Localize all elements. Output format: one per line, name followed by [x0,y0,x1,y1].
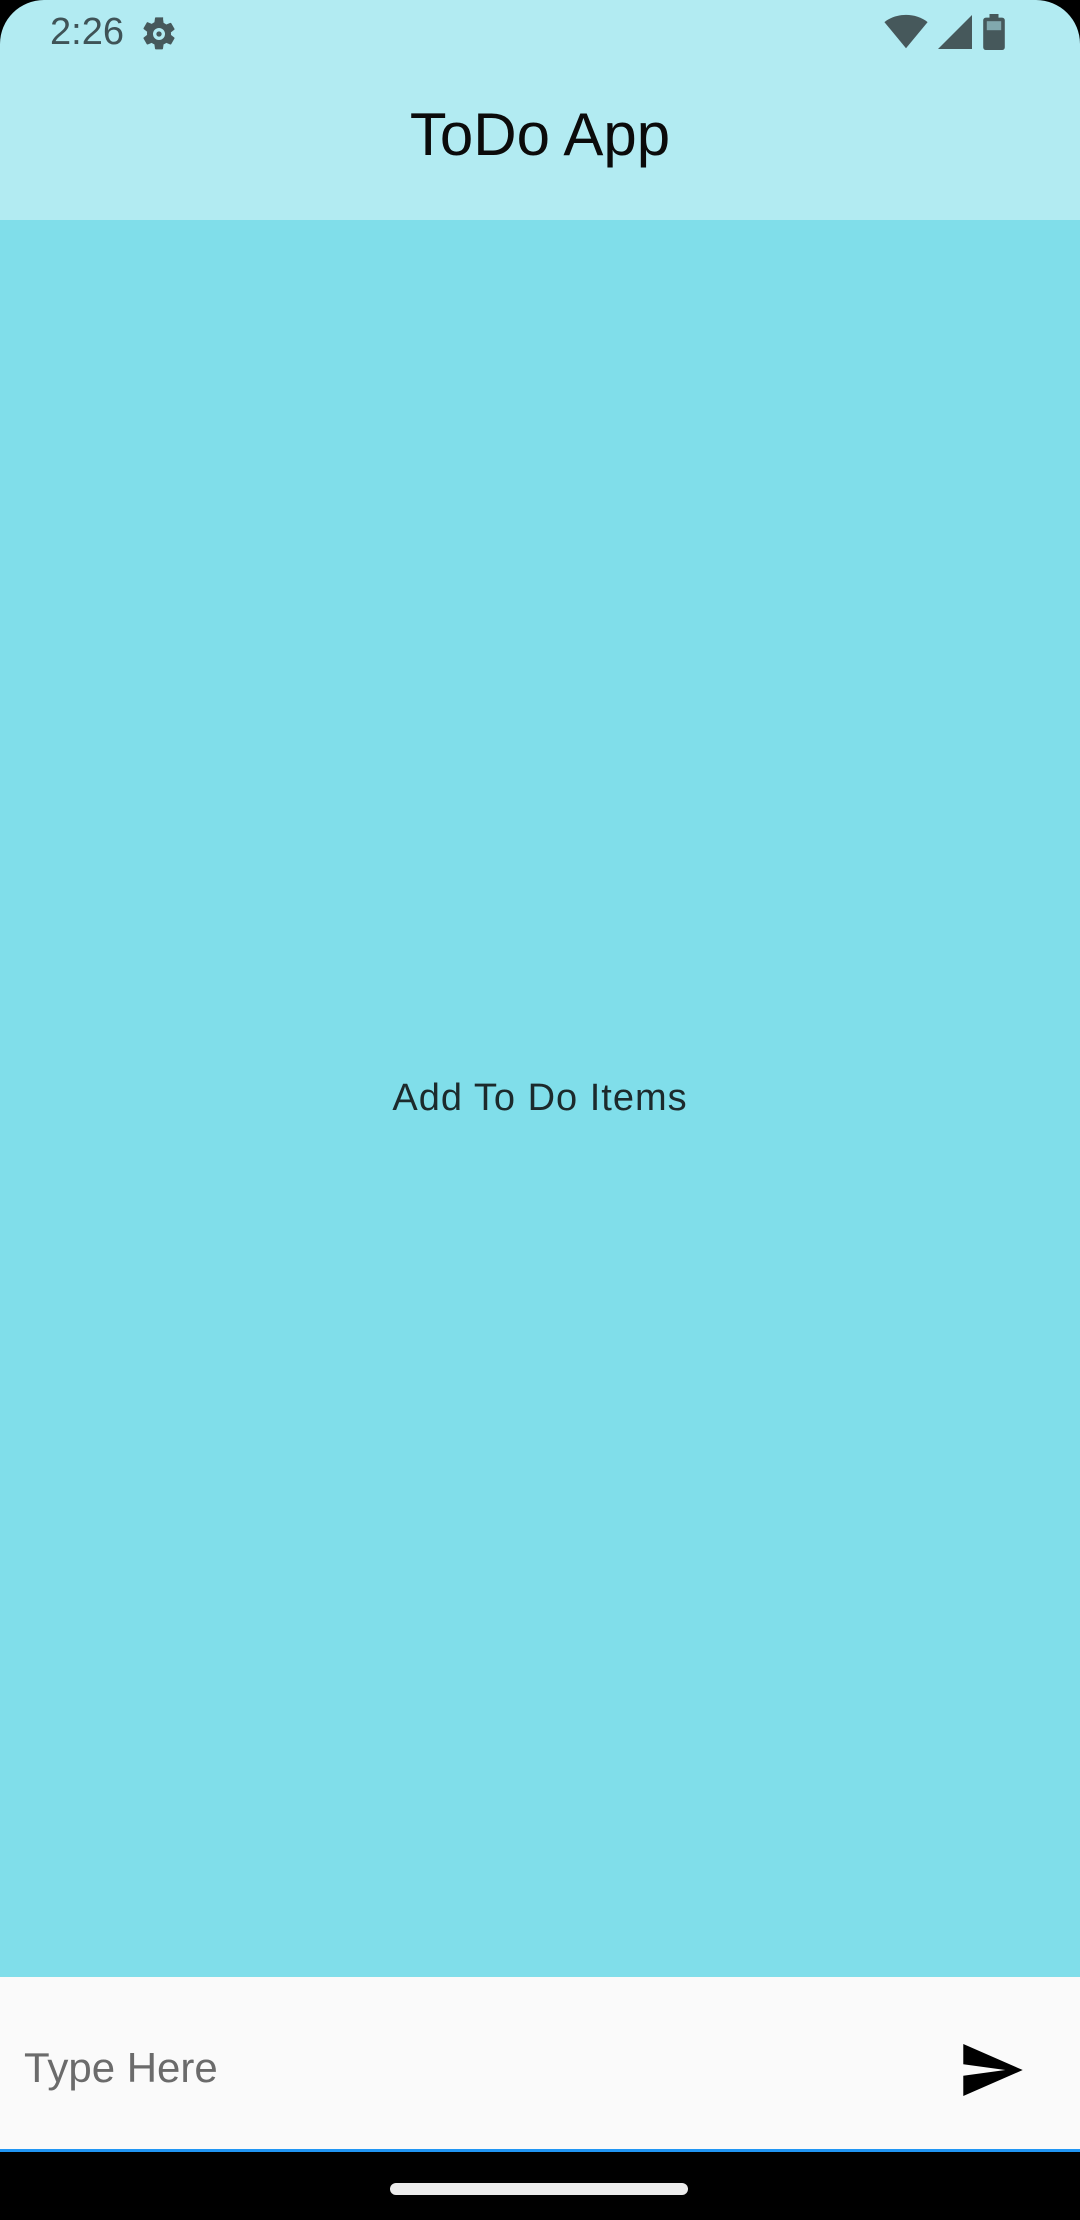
navigation-bar [0,2152,1080,2220]
status-icons [884,13,1006,55]
status-bar: 2:26 [0,0,1080,64]
send-icon[interactable] [963,2043,1023,2101]
gear-icon [139,14,179,54]
todo-input[interactable] [22,2017,906,2119]
empty-state-message: Add To Do Items [392,1077,688,1119]
todo-list-area: Add To Do Items [0,220,1080,1977]
status-time: 2:26 [50,11,124,53]
signal-icon [938,14,972,54]
battery-icon [982,13,1006,55]
app-bar: ToDo App [0,64,1080,220]
home-gesture-handle[interactable] [390,2183,688,2195]
wifi-icon [884,14,928,55]
page-title: ToDo App [409,100,671,168]
screen: 2:26 ToDo App Add To Do Items Type Here [0,0,1080,2220]
send-button[interactable] [958,2037,1028,2107]
input-bar [0,1977,1080,2149]
